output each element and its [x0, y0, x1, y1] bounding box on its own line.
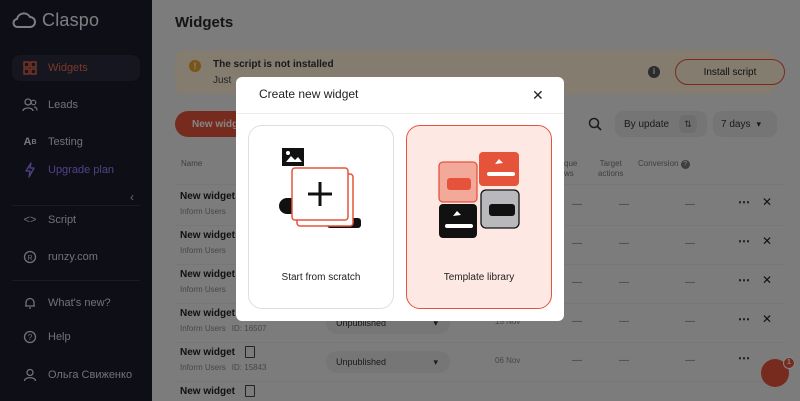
create-widget-modal: Create new widget ✕ Start from scratch T…: [236, 77, 564, 321]
scratch-illustration-icon: [279, 148, 361, 228]
modal-title: Create new widget: [259, 87, 359, 101]
modal-divider: [236, 113, 564, 114]
option-label: Template library: [443, 272, 515, 283]
option-label: Start from scratch: [281, 272, 361, 283]
close-icon[interactable]: ✕: [532, 87, 544, 104]
template-library-option[interactable]: Template library: [406, 125, 552, 309]
start-from-scratch-option[interactable]: Start from scratch: [248, 125, 394, 309]
template-library-illustration-icon: [438, 152, 520, 238]
